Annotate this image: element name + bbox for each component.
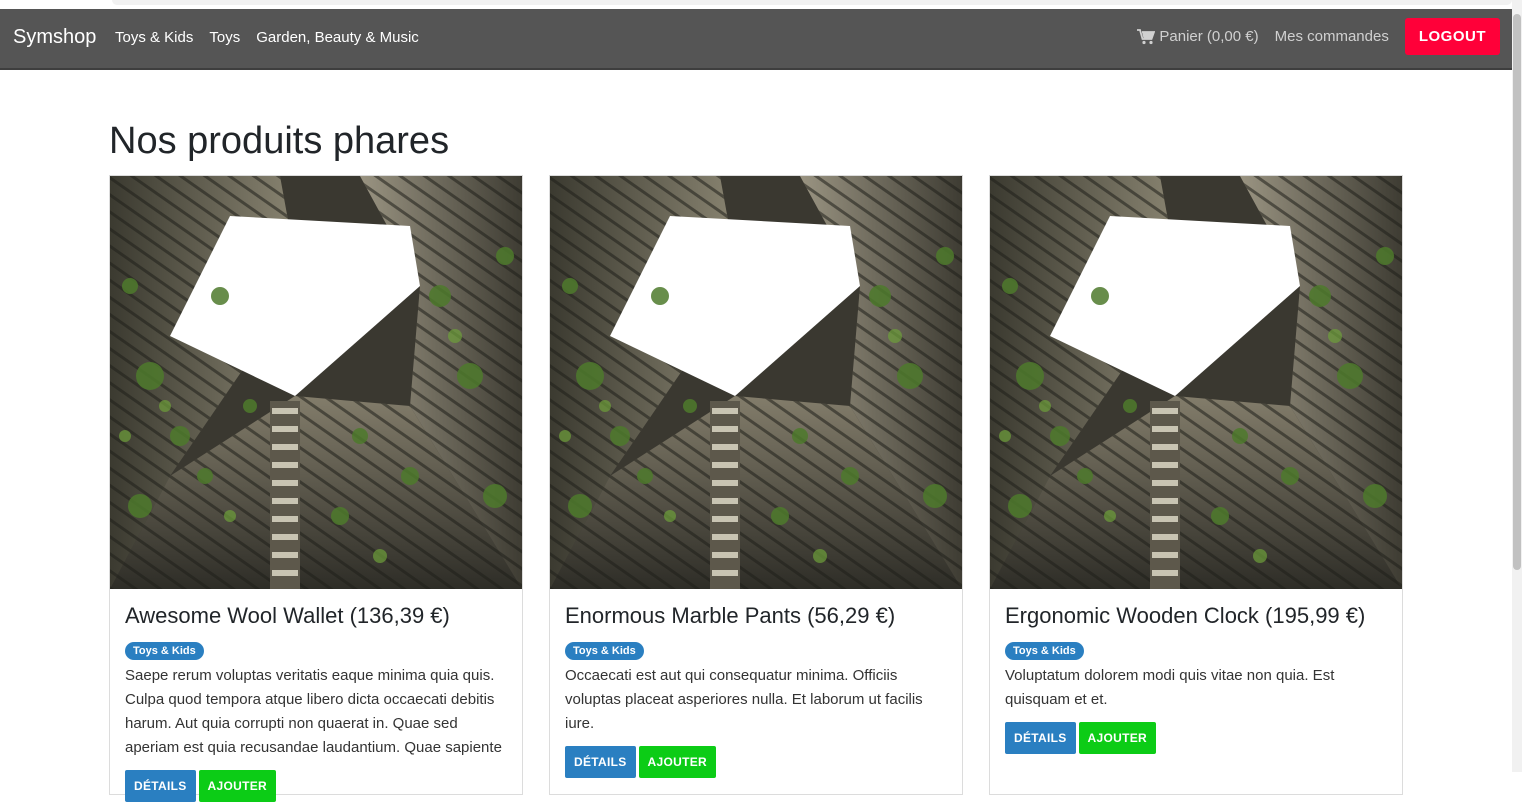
product-card: Ergonomic Wooden Clock (195,99 €) Toys &… bbox=[989, 175, 1403, 795]
cart-label: Panier (0,00 €) bbox=[1159, 28, 1259, 45]
add-to-cart-button[interactable]: AJOUTER bbox=[638, 746, 716, 778]
shopping-cart-icon bbox=[1137, 28, 1156, 44]
details-button[interactable]: DÉTAILS bbox=[125, 770, 196, 802]
add-to-cart-button[interactable]: AJOUTER bbox=[1078, 722, 1156, 754]
brand-link[interactable]: Symshop bbox=[13, 26, 96, 49]
logout-button[interactable]: LOGOUT bbox=[1404, 18, 1500, 55]
my-orders-link[interactable]: Mes commandes bbox=[1275, 28, 1389, 45]
user-nav: Panier (0,00 €) Mes commandes LOGOUT bbox=[1137, 18, 1500, 55]
product-title[interactable]: Awesome Wool Wallet (136,39 €) bbox=[125, 603, 507, 629]
nav-category-toys-kids[interactable]: Toys & Kids bbox=[115, 29, 193, 46]
product-description: Voluptatum dolorem modi quis vitae non q… bbox=[1005, 667, 1335, 708]
category-nav: Toys & Kids Toys Garden, Beauty & Music bbox=[115, 29, 419, 46]
product-title[interactable]: Ergonomic Wooden Clock (195,99 €) bbox=[1005, 603, 1387, 629]
product-image[interactable] bbox=[550, 176, 962, 589]
product-card: Enormous Marble Pants (56,29 €) Toys & K… bbox=[549, 175, 963, 795]
category-badge[interactable]: Toys & Kids bbox=[565, 642, 644, 660]
cart-link[interactable]: Panier (0,00 €) bbox=[1137, 28, 1259, 45]
category-badge[interactable]: Toys & Kids bbox=[1005, 642, 1084, 660]
product-image[interactable] bbox=[110, 176, 522, 589]
navbar: Symshop Toys & Kids Toys Garden, Beauty … bbox=[0, 9, 1512, 70]
page-scrollbar[interactable] bbox=[1512, 0, 1522, 772]
browser-top-strip bbox=[0, 0, 1522, 9]
product-card: Awesome Wool Wallet (136,39 €) Toys & Ki… bbox=[109, 175, 523, 802]
product-description: Occaecati est aut qui consequatur minima… bbox=[565, 667, 923, 732]
product-description: Saepe rerum voluptas veritatis eaque min… bbox=[125, 667, 502, 756]
nav-category-garden-beauty-music[interactable]: Garden, Beauty & Music bbox=[256, 29, 419, 46]
nav-category-toys[interactable]: Toys bbox=[209, 29, 240, 46]
add-to-cart-button[interactable]: AJOUTER bbox=[198, 770, 276, 802]
product-title[interactable]: Enormous Marble Pants (56,29 €) bbox=[565, 603, 947, 629]
scrollbar-thumb[interactable] bbox=[1513, 14, 1521, 570]
product-image[interactable] bbox=[990, 176, 1402, 589]
details-button[interactable]: DÉTAILS bbox=[1005, 722, 1076, 754]
details-button[interactable]: DÉTAILS bbox=[565, 746, 636, 778]
page-title: Nos produits phares bbox=[109, 120, 450, 162]
category-badge[interactable]: Toys & Kids bbox=[125, 642, 204, 660]
